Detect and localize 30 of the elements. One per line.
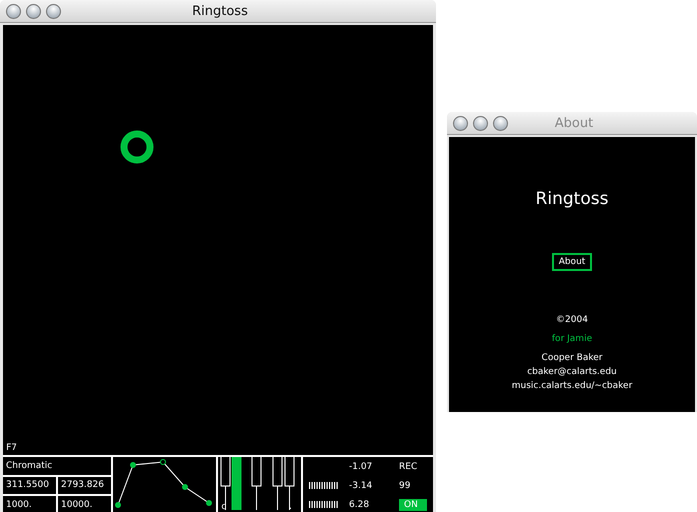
readout: 6.28 [349,500,370,510]
dedication-text: for Jamie [552,334,592,344]
meter-icon [309,501,339,508]
window-title: Ringtoss [191,4,249,18]
minimize-button[interactable] [473,116,488,130]
website-text: music.calarts.edu/~cbaker [512,381,632,391]
key-label: F7 [6,443,17,453]
zoom-button[interactable] [46,4,61,18]
app-name: Ringtoss [536,189,608,209]
minimize-button[interactable] [26,4,41,18]
author-name: Cooper Baker [542,353,602,363]
close-button[interactable] [453,116,468,130]
number-field[interactable]: 10000. [58,496,111,512]
ring [120,130,154,164]
scale-field[interactable]: Chromatic [3,457,111,475]
window-title: About [554,116,594,130]
readout: -3.14 [349,480,374,490]
count-value: 99 [399,480,412,490]
close-button[interactable] [6,4,21,18]
high-note-label: . [288,502,293,512]
email-text: cbaker@calarts.edu [527,367,617,377]
number-field[interactable]: 2793.826 [58,476,111,494]
rec-label: REC [399,462,418,472]
number-field[interactable]: 1000. [3,496,56,512]
meter-icon [309,482,339,489]
number-field[interactable]: 311.5500 [3,476,56,494]
zoom-button[interactable] [493,116,508,130]
readout: -1.07 [349,462,374,472]
about-button[interactable]: About [552,253,592,271]
copyright-text: ©2004 [556,315,588,325]
